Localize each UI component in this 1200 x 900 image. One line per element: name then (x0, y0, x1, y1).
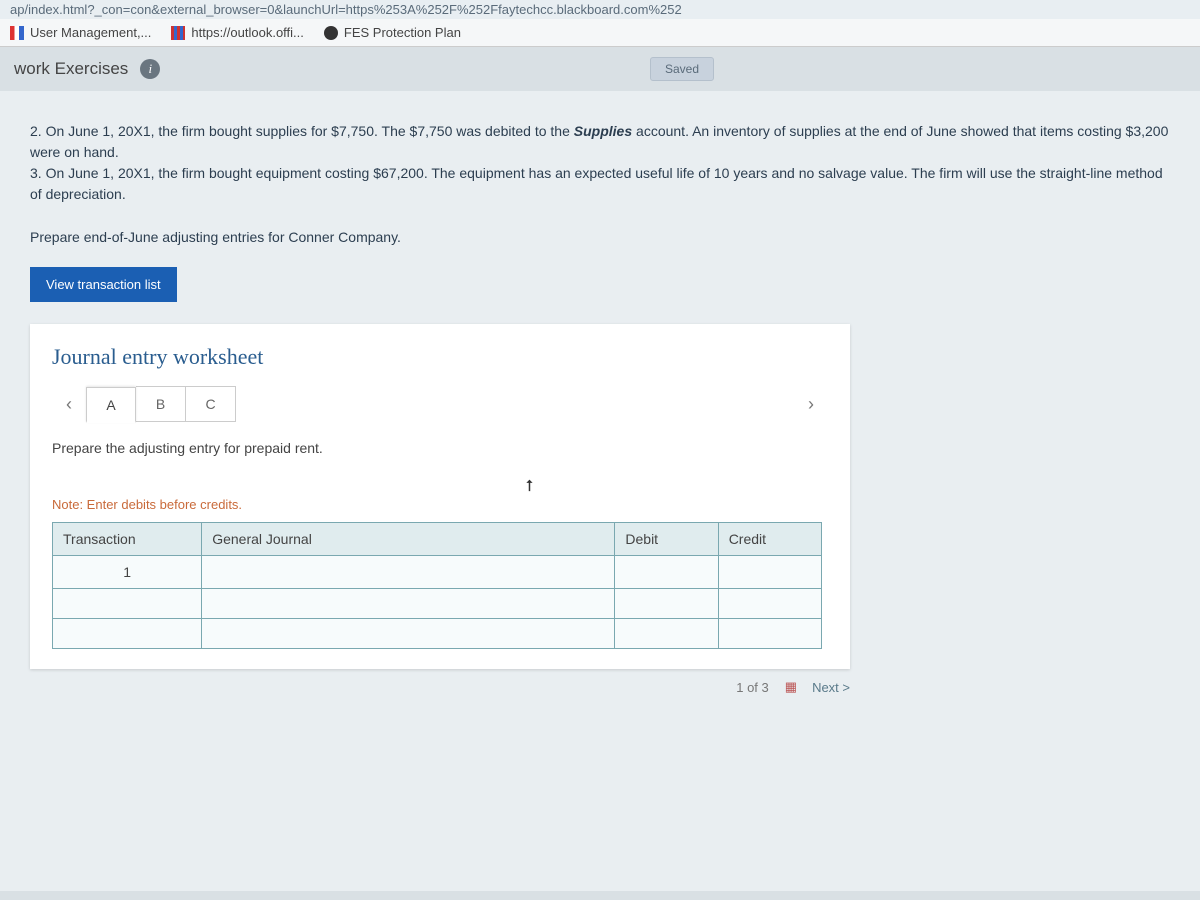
col-transaction: Transaction (53, 523, 202, 556)
bookmark-fes[interactable]: FES Protection Plan (324, 25, 461, 40)
tab-c[interactable]: C (186, 386, 236, 422)
entry-description: Prepare the adjusting entry for prepaid … (52, 440, 828, 456)
table-row (53, 619, 822, 649)
grid-view-icon[interactable]: ▦ (785, 679, 796, 695)
cell-general-journal[interactable] (202, 589, 615, 619)
cursor-icon: ⭡ (526, 478, 534, 496)
chevron-right-icon[interactable]: › (794, 387, 828, 421)
cell-transaction (53, 619, 202, 649)
url-bar[interactable]: ap/index.html?_con=con&external_browser=… (0, 0, 1200, 19)
bookmark-outlook[interactable]: https://outlook.offi... (171, 25, 304, 40)
worksheet-title: Journal entry worksheet (52, 344, 828, 370)
tab-b[interactable]: B (136, 386, 186, 422)
col-general-journal: General Journal (202, 523, 615, 556)
problem-2-bold: Supplies (574, 123, 632, 139)
cell-debit[interactable] (615, 589, 718, 619)
worksheet-footer: 1 of 3 ▦ Next > (30, 679, 850, 695)
cell-transaction (53, 589, 202, 619)
content-area: 2. On June 1, 20X1, the firm bought supp… (0, 91, 1200, 891)
cell-debit[interactable] (615, 556, 718, 589)
problem-text: 2. On June 1, 20X1, the firm bought supp… (30, 121, 1170, 205)
cell-debit[interactable] (615, 619, 718, 649)
table-row (53, 589, 822, 619)
page-header: work Exercises i Saved (0, 47, 1200, 91)
cell-credit[interactable] (718, 556, 821, 589)
chevron-left-icon[interactable]: ‹ (52, 387, 86, 421)
grid-icon (171, 26, 185, 40)
info-icon[interactable]: i (140, 59, 160, 79)
tab-a[interactable]: A (86, 387, 136, 423)
saved-badge: Saved (650, 57, 714, 81)
page-title: work Exercises (14, 59, 128, 79)
problem-2a: 2. On June 1, 20X1, the firm bought supp… (30, 123, 574, 139)
journal-worksheet-card: Journal entry worksheet ‹ A B C › Prepar… (30, 324, 850, 669)
journal-table: Transaction General Journal Debit Credit… (52, 522, 822, 649)
view-transaction-list-button[interactable]: View transaction list (30, 267, 177, 302)
cell-general-journal[interactable] (202, 619, 615, 649)
bookmark-label: FES Protection Plan (344, 25, 461, 40)
page-counter: 1 of 3 (736, 680, 769, 695)
note-text: Note: Enter debits before credits. ⭡ (52, 496, 828, 514)
cell-credit[interactable] (718, 619, 821, 649)
worksheet-tabs: ‹ A B C › (52, 386, 828, 422)
bookmarks-bar: User Management,... https://outlook.offi… (0, 19, 1200, 47)
cell-credit[interactable] (718, 589, 821, 619)
problem-3: 3. On June 1, 20X1, the firm bought equi… (30, 165, 1163, 202)
col-debit: Debit (615, 523, 718, 556)
col-credit: Credit (718, 523, 821, 556)
cell-general-journal[interactable] (202, 556, 615, 589)
bookmark-label: https://outlook.offi... (191, 25, 304, 40)
bookmark-label: User Management,... (30, 25, 151, 40)
next-button[interactable]: Next > (812, 680, 850, 695)
instruction-text: Prepare end-of-June adjusting entries fo… (30, 229, 1170, 245)
table-row: 1 (53, 556, 822, 589)
flag-icon (10, 26, 24, 40)
bookmark-user-mgmt[interactable]: User Management,... (10, 25, 151, 40)
cell-transaction: 1 (53, 556, 202, 589)
shield-icon (324, 26, 338, 40)
